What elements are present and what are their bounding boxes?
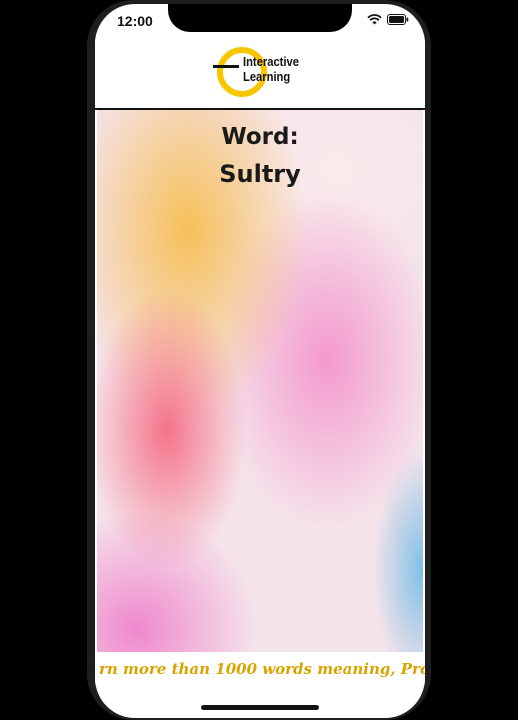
app-header: Interactive Learning [95, 34, 425, 110]
home-indicator[interactable] [201, 705, 319, 710]
device-notch [168, 4, 352, 32]
marquee-banner: rn more than 1000 words meaning, Pron... [95, 654, 425, 686]
wifi-icon [367, 14, 382, 25]
interactive-learning-logo[interactable]: Interactive Learning [213, 44, 312, 100]
logo-text-line1: Interactive [243, 54, 299, 69]
logo-bar [213, 65, 239, 68]
app-screen: 12:00 Interactive Learning Word: Sultry … [95, 4, 425, 718]
word-card: Word: Sultry [97, 110, 423, 652]
word-value: Sultry [219, 160, 301, 188]
status-time: 12:00 [117, 13, 153, 29]
marquee-text: rn more than 1000 words meaning, Pron... [99, 660, 425, 678]
word-label: Word: [221, 124, 299, 150]
logo-text-line2: Learning [243, 69, 291, 84]
status-icons [367, 14, 409, 25]
battery-icon [387, 14, 409, 25]
